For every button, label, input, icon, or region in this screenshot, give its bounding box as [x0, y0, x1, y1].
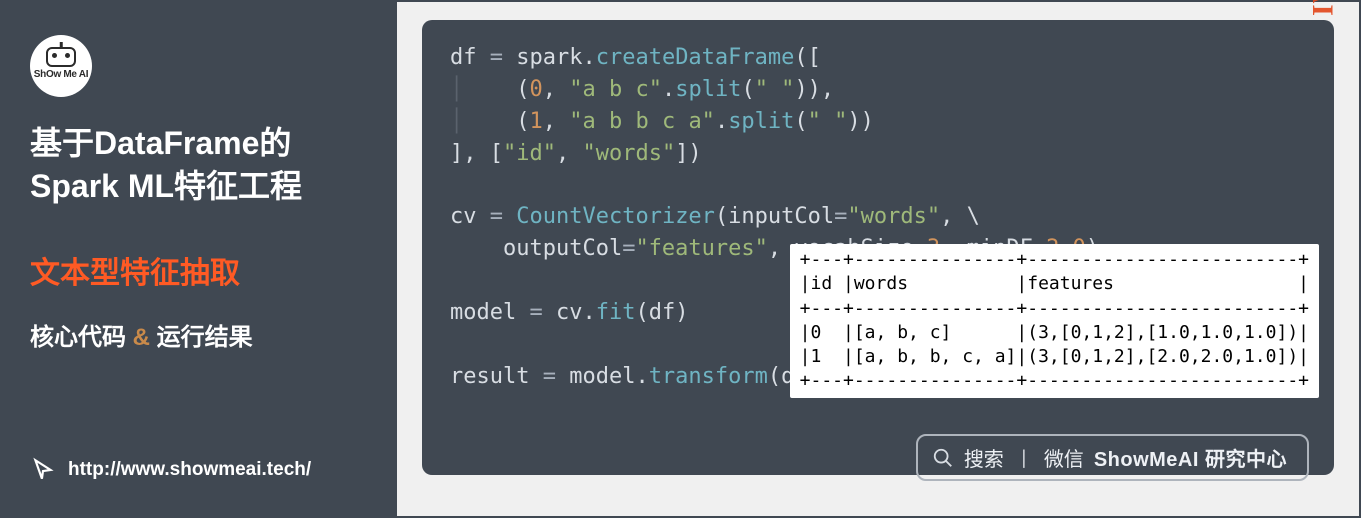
cursor-icon	[30, 457, 56, 483]
logo-circle: ShOw Me AI	[30, 35, 92, 97]
right-panel: df = spark.createDataFrame([ │ (0, "a b …	[395, 0, 1361, 518]
table-row: |0 |[a, b, c] |(3,[0,1,2],[1.0,1.0,1.0])…	[800, 322, 1309, 343]
title-line-1: 基于DataFrame的	[30, 122, 365, 165]
title-line-2: Spark ML特征工程	[30, 165, 365, 208]
meta-prefix: 核心代码	[30, 324, 133, 351]
logo-label: ShOw Me AI	[34, 69, 88, 80]
table-border: +---+---------------+-------------------…	[800, 370, 1309, 391]
watermark: ShowMeAI	[1305, 0, 1339, 17]
brand-name: ShowMeAI 研究中心	[1094, 443, 1287, 472]
search-pill[interactable]: 搜索 丨 微信 ShowMeAI 研究中心	[916, 434, 1309, 481]
left-panel: ShOw Me AI 基于DataFrame的 Spark ML特征工程 文本型…	[0, 0, 395, 518]
search-icon	[932, 447, 954, 469]
logo: ShOw Me AI	[30, 35, 365, 97]
search-label-2: 微信	[1044, 443, 1084, 472]
ampersand: &	[133, 324, 150, 351]
meta-line: 核心代码 & 运行结果	[30, 317, 365, 352]
url-text[interactable]: http://www.showmeai.tech/	[68, 459, 311, 481]
table-row: |1 |[a, b, b, c, a]|(3,[0,1,2],[2.0,2.0,…	[800, 346, 1309, 367]
robot-icon	[46, 47, 76, 67]
table-border: +---+---------------+-------------------…	[800, 249, 1309, 270]
url-line: http://www.showmeai.tech/	[30, 457, 311, 483]
output-table: +---+---------------+-------------------…	[790, 244, 1319, 398]
search-label-1: 搜索	[964, 443, 1004, 472]
separator: 丨	[1014, 443, 1034, 472]
table-header: |id |words |features |	[800, 273, 1309, 294]
meta-suffix: 运行结果	[150, 324, 253, 351]
subtitle: 文本型特征抽取	[30, 248, 365, 292]
table-border: +---+---------------+-------------------…	[800, 298, 1309, 319]
